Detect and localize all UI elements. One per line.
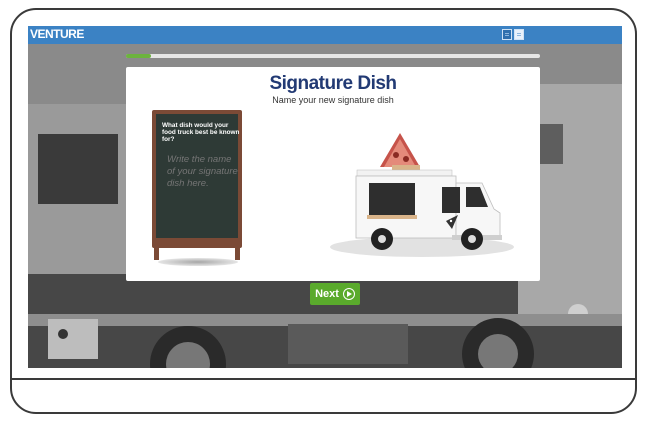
- food-truck-illustration: [330, 133, 514, 257]
- next-button-label: Next: [315, 288, 339, 300]
- pizza-slice-icon: [380, 133, 420, 170]
- progress-bar-fill: [126, 54, 151, 58]
- play-circle-icon: [342, 288, 355, 300]
- chalkboard-frame: What dish would your food truck best be …: [152, 110, 242, 248]
- activity-card: Signature Dish Name your new signature d…: [126, 67, 540, 281]
- grid-view-icon[interactable]: [502, 29, 512, 40]
- top-navigation-bar: VENTURE: [28, 26, 622, 44]
- chalkboard-question: What dish would your food truck best be …: [162, 122, 240, 143]
- chalkboard-shadow: [158, 258, 238, 266]
- brand-logo: VENTURE: [30, 27, 84, 41]
- next-button[interactable]: Next: [310, 283, 360, 305]
- page-title: Signature Dish: [269, 73, 397, 94]
- view-toggle: [502, 29, 524, 40]
- progress-bar: [126, 54, 540, 58]
- device-bezel-divider: [12, 378, 635, 380]
- chalkboard-surface: What dish would your food truck best be …: [156, 114, 240, 238]
- app-screen: VENTURE Signature Dish Name your new sig…: [28, 26, 622, 368]
- device-frame: VENTURE Signature Dish Name your new sig…: [10, 8, 637, 414]
- chalkboard: What dish would your food truck best be …: [152, 110, 242, 266]
- signature-dish-input[interactable]: [167, 154, 239, 214]
- list-view-icon[interactable]: [514, 29, 524, 40]
- page-subtitle: Name your new signature dish: [272, 95, 394, 105]
